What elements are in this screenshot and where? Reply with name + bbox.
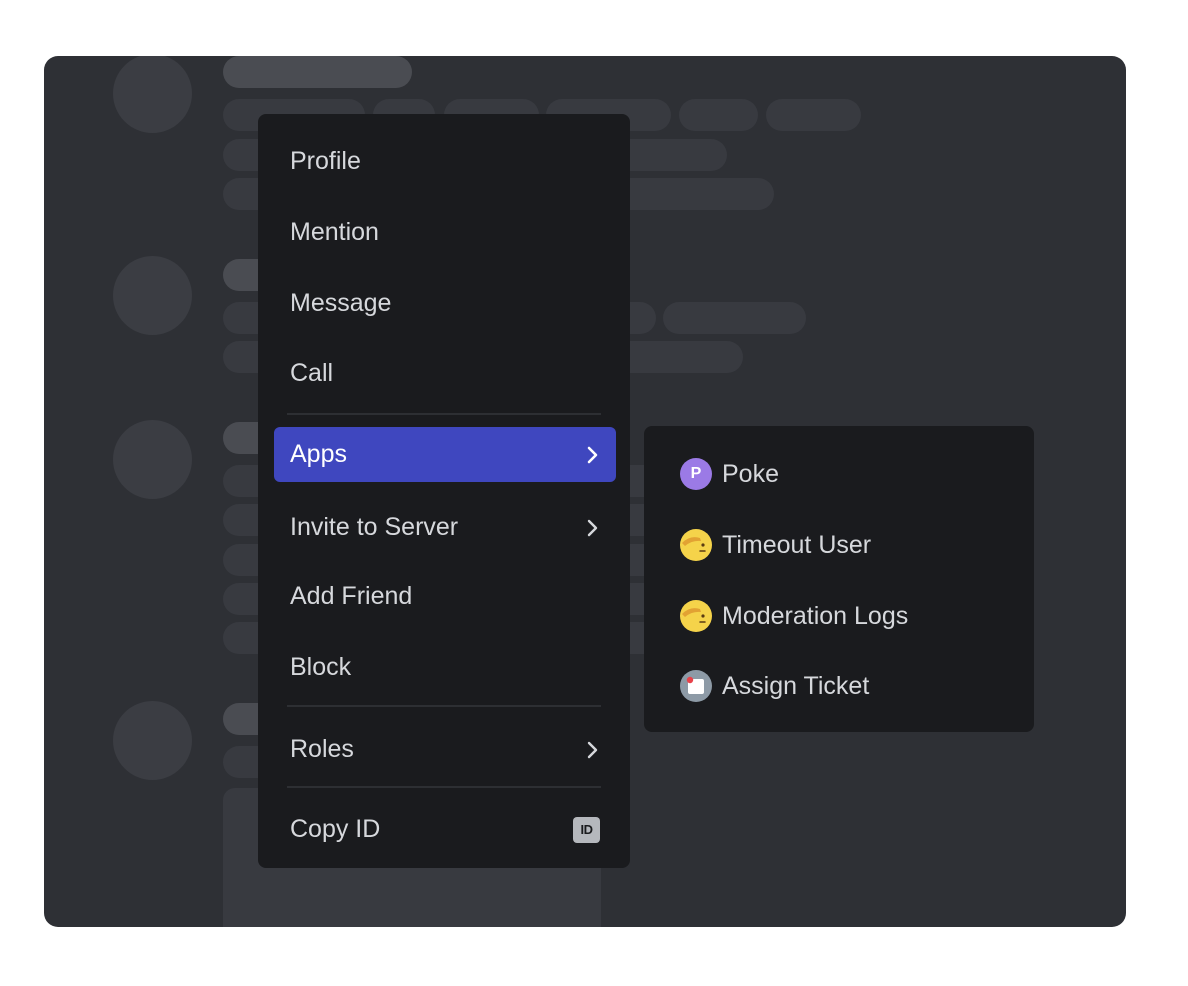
text-placeholder [679,99,758,131]
apps-submenu: P Poke Timeout User Moderation Logs Assi… [644,426,1034,732]
text-placeholder [766,99,861,131]
menu-item-label: Roles [290,735,354,763]
id-badge-icon: ID [573,816,600,843]
menu-item-apps[interactable]: Apps [274,427,616,482]
text-placeholder [663,302,806,334]
menu-item-invite-to-server[interactable]: Invite to Server [274,500,616,555]
submenu-item-label: Moderation Logs [722,601,909,630]
submenu-item-label: Poke [722,459,779,488]
username-placeholder [223,56,412,88]
menu-item-add-friend[interactable]: Add Friend [274,569,616,624]
menu-item-label: Block [290,653,352,681]
menu-item-message[interactable]: Message [274,276,616,331]
chevron-right-icon [587,741,598,758]
menu-item-label: Call [290,359,334,387]
menu-item-label: Message [290,289,392,317]
submenu-item-poke[interactable]: P Poke [664,448,1014,500]
menu-item-label: Profile [290,147,361,175]
menu-item-profile[interactable]: Profile [274,134,616,189]
menu-item-label: Apps [290,440,347,468]
menu-item-label: Invite to Server [290,513,459,541]
menu-item-block[interactable]: Block [274,640,616,695]
menu-separator [287,705,601,707]
menu-item-call[interactable]: Call [274,346,616,401]
avatar-placeholder [113,701,192,780]
avatar-placeholder [113,256,192,335]
submenu-item-assign-ticket[interactable]: Assign Ticket [664,660,1014,712]
menu-item-label: Mention [290,218,379,246]
poke-app-icon: P [680,458,712,490]
user-context-menu: Profile Mention Message Call Apps Invite… [258,114,630,868]
menu-item-copy-id[interactable]: Copy ID ID [274,802,616,857]
avatar-placeholder [113,420,192,499]
submenu-item-label: Timeout User [722,530,872,559]
submenu-item-label: Assign Ticket [722,671,870,700]
menu-item-label: Add Friend [290,582,413,610]
menu-item-roles[interactable]: Roles [274,722,616,777]
submenu-item-moderation-logs[interactable]: Moderation Logs [664,590,1014,642]
menu-separator [287,786,601,788]
avatar-placeholder [113,56,192,133]
submenu-item-timeout-user[interactable]: Timeout User [664,519,1014,571]
saluting-face-icon [680,529,712,561]
menu-separator [287,413,601,415]
chevron-right-icon [587,446,598,463]
menu-item-mention[interactable]: Mention [274,205,616,260]
chevron-right-icon [587,519,598,536]
ticket-app-icon [680,670,712,702]
saluting-face-icon [680,600,712,632]
menu-item-label: Copy ID [290,815,381,843]
